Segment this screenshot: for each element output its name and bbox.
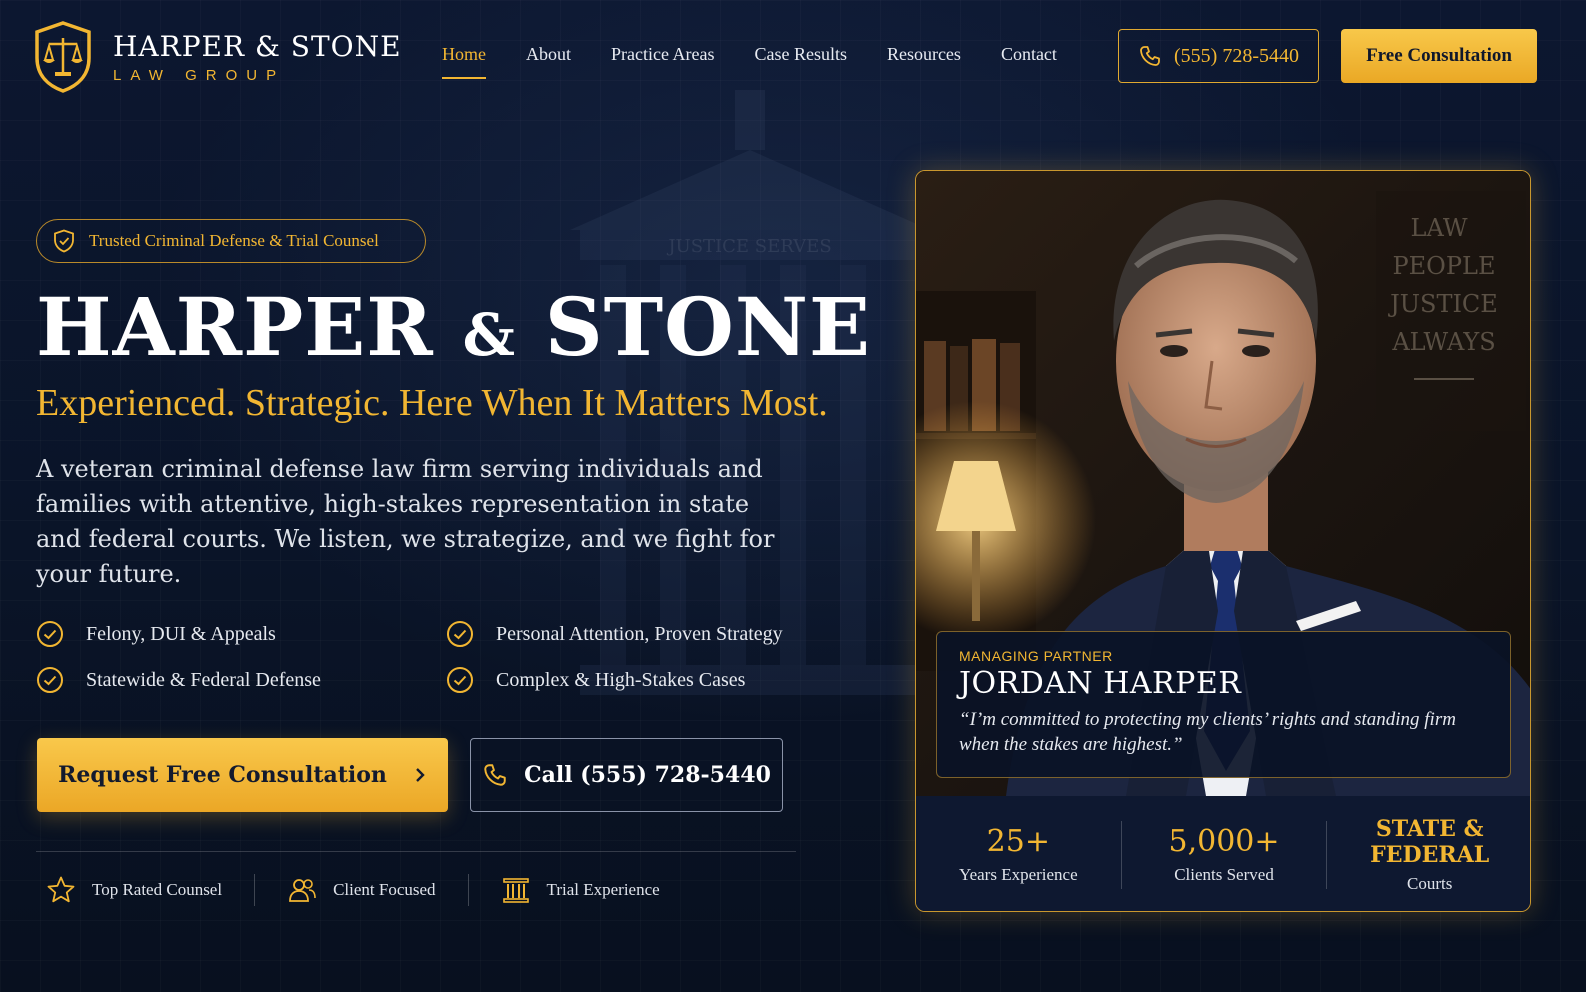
courthouse-icon xyxy=(502,878,529,903)
trust-item-trial-experience: Trial Experience xyxy=(501,875,660,905)
stat-years-experience: 25+ Years Experience xyxy=(959,824,1078,884)
partner-quote-box: MANAGING PARTNER JORDAN HARPER “I’m comm… xyxy=(936,631,1511,778)
feature-item: Complex & High-Stakes Cases xyxy=(446,666,836,694)
wall-plaque-text: PEOPLE xyxy=(1393,252,1496,280)
call-phone-button[interactable]: Call (555) 728-5440 xyxy=(470,738,783,812)
trust-separator xyxy=(254,874,256,906)
stats-bar: 25+ Years Experience 5,000+ Clients Serv… xyxy=(916,796,1530,911)
divider xyxy=(36,851,796,852)
wall-plaque-text: LAW xyxy=(1411,214,1468,242)
request-consultation-label: Request Free Consultation xyxy=(58,762,387,788)
partner-quote: “I’m committed to protecting my clients’… xyxy=(959,709,1456,755)
trust-item-client-focused: Client Focused xyxy=(287,875,436,905)
scales-of-justice-icon xyxy=(35,21,91,93)
feature-item: Felony, DUI & Appeals xyxy=(36,620,446,648)
trust-badge-text: Trusted Criminal Defense & Trial Counsel xyxy=(89,231,379,250)
star-icon xyxy=(47,876,75,903)
header-phone-number: (555) 728-5440 xyxy=(1174,44,1299,67)
logo[interactable]: HARPER & STONE LAW GROUP xyxy=(33,20,402,94)
trust-separator xyxy=(467,874,469,906)
nav-contact[interactable]: Contact xyxy=(1001,44,1057,65)
wall-plaque-text: JUSTICE xyxy=(1387,290,1498,318)
nav-practice-areas[interactable]: Practice Areas xyxy=(611,44,714,65)
trust-indicators: Top Rated Counsel Client Focused Trial E… xyxy=(46,874,660,906)
partner-role: MANAGING PARTNER xyxy=(959,648,1113,664)
hero-tagline: Experienced. Strategic. Here When It Mat… xyxy=(36,382,828,424)
nav-home[interactable]: Home xyxy=(442,44,486,79)
feature-item: Personal Attention, Proven Strategy xyxy=(446,620,836,648)
call-phone-label: Call (555) 728-5440 xyxy=(524,762,771,788)
trust-badge: Trusted Criminal Defense & Trial Counsel xyxy=(36,219,426,263)
wall-plaque-text: ALWAYS xyxy=(1391,328,1495,356)
users-icon xyxy=(289,879,316,902)
building-inscription: JUSTICE SERVES xyxy=(666,236,831,257)
logo-name: HARPER & STONE xyxy=(113,30,402,63)
request-consultation-button[interactable]: Request Free Consultation xyxy=(37,738,448,812)
partner-name: JORDAN HARPER xyxy=(959,666,1242,701)
nav-about[interactable]: About xyxy=(526,44,571,65)
trust-item-top-rated: Top Rated Counsel xyxy=(46,875,222,905)
check-circle-icon xyxy=(447,667,473,693)
shield-check-icon xyxy=(54,229,74,253)
free-consultation-button[interactable]: Free Consultation xyxy=(1341,29,1537,83)
partner-profile-card: LAW PEOPLE JUSTICE ALWAYS MANAGING PARTN… xyxy=(915,170,1531,912)
chevron-right-icon xyxy=(416,768,425,782)
hero-title: HARPER & STONE xyxy=(36,280,871,374)
stat-clients-served: 5,000+ Clients Served xyxy=(1168,824,1280,884)
check-circle-icon xyxy=(447,621,473,647)
logo-subtitle: LAW GROUP xyxy=(113,67,286,84)
check-circle-icon xyxy=(37,621,63,647)
nav-resources[interactable]: Resources xyxy=(887,44,961,65)
hero-description: A veteran criminal defense law firm serv… xyxy=(36,455,775,588)
stat-courts: STATE & FEDERAL Courts xyxy=(1370,815,1490,893)
check-circle-icon xyxy=(37,667,63,693)
phone-icon xyxy=(484,764,506,786)
phone-icon xyxy=(1140,46,1160,66)
main-nav: Home About Practice Areas Case Results R… xyxy=(442,44,1057,79)
header-phone-button[interactable]: (555) 728-5440 xyxy=(1118,29,1319,83)
site-header: HARPER & STONE LAW GROUP Home About Prac… xyxy=(0,0,1586,112)
nav-case-results[interactable]: Case Results xyxy=(754,44,847,65)
feature-item: Statewide & Federal Defense xyxy=(36,666,446,694)
feature-list: Felony, DUI & Appeals Personal Attention… xyxy=(36,620,836,694)
